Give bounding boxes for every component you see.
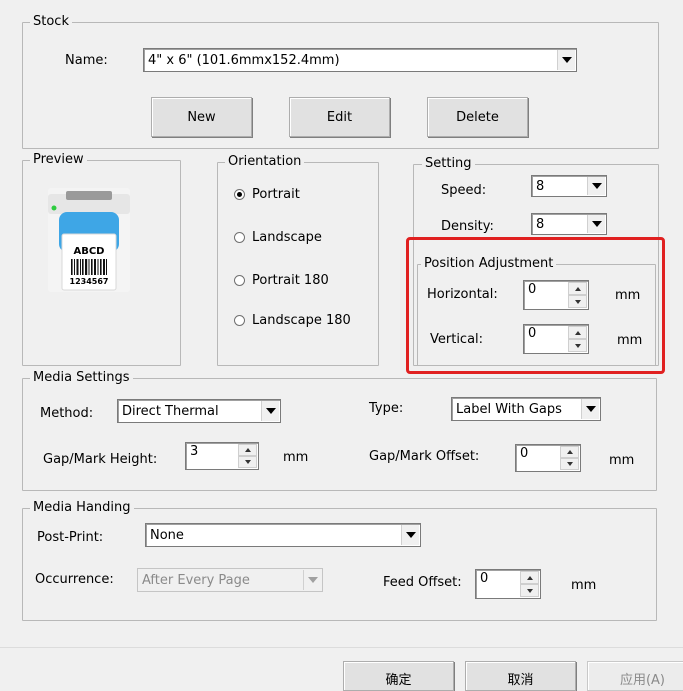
printer-preview-image: ABCD 1234567 xyxy=(48,188,130,292)
type-label: Type: xyxy=(369,401,404,416)
type-value: Label With Gaps xyxy=(456,401,562,417)
radio-portrait-label: Portrait xyxy=(252,187,300,202)
chevron-down-icon[interactable] xyxy=(581,399,599,419)
gap-height-stepper[interactable]: 3 xyxy=(185,442,259,470)
postprint-label: Post-Print: xyxy=(37,530,104,545)
delete-button[interactable]: Delete xyxy=(427,97,528,137)
media-settings-group xyxy=(22,378,657,491)
method-value: Direct Thermal xyxy=(122,403,219,419)
media-handing-legend: Media Handing xyxy=(30,500,134,516)
gap-height-label: Gap/Mark Height: xyxy=(43,452,158,467)
chevron-down-icon[interactable] xyxy=(587,177,605,195)
new-button[interactable]: New xyxy=(151,97,252,137)
feed-offset-unit: mm xyxy=(571,578,597,593)
type-select[interactable]: Label With Gaps xyxy=(451,397,601,421)
radio-icon[interactable] xyxy=(234,315,245,326)
radio-landscape-180-label: Landscape 180 xyxy=(252,313,351,328)
preview-label-text: ABCD xyxy=(73,246,105,257)
speed-select[interactable]: 8 xyxy=(531,175,607,197)
gap-height-unit: mm xyxy=(283,450,309,465)
radio-selected-icon[interactable] xyxy=(234,189,245,200)
speed-value: 8 xyxy=(536,178,545,194)
gap-height-value: 3 xyxy=(190,444,199,459)
edit-button[interactable]: Edit xyxy=(289,97,390,137)
preview-barcode-number: 1234567 xyxy=(69,277,109,286)
occurrence-select: After Every Page xyxy=(137,568,323,592)
orientation-legend: Orientation xyxy=(225,154,305,170)
method-select[interactable]: Direct Thermal xyxy=(117,399,281,423)
density-label: Density: xyxy=(441,219,494,234)
speed-label: Speed: xyxy=(441,183,487,198)
spin-up-icon[interactable] xyxy=(520,571,539,584)
position-highlight-box xyxy=(406,237,665,374)
radio-landscape-180[interactable]: Landscape 180 xyxy=(234,313,351,328)
spin-down-icon[interactable] xyxy=(238,456,257,468)
chevron-down-icon[interactable] xyxy=(587,215,605,233)
spin-up-icon[interactable] xyxy=(238,444,257,456)
feed-offset-label: Feed Offset: xyxy=(383,575,462,590)
media-settings-legend: Media Settings xyxy=(30,370,133,386)
spin-down-icon[interactable] xyxy=(560,458,579,470)
apply-button[interactable]: 应用(A) xyxy=(587,661,683,691)
gap-offset-label: Gap/Mark Offset: xyxy=(369,449,480,464)
ok-button[interactable]: 确定 xyxy=(343,661,454,691)
density-select[interactable]: 8 xyxy=(531,213,607,235)
stock-name-select[interactable]: 4" x 6" (101.6mmx152.4mm) xyxy=(143,48,577,72)
gap-offset-stepper[interactable]: 0 xyxy=(515,444,581,472)
gap-offset-unit: mm xyxy=(609,453,635,468)
stock-legend: Stock xyxy=(30,14,72,30)
preview-legend: Preview xyxy=(30,152,87,168)
radio-portrait-180-label: Portrait 180 xyxy=(252,273,329,288)
radio-landscape[interactable]: Landscape xyxy=(234,230,322,245)
radio-portrait[interactable]: Portrait xyxy=(234,187,300,202)
chevron-down-icon xyxy=(303,570,321,590)
chevron-down-icon[interactable] xyxy=(401,525,419,545)
stock-name-label: Name: xyxy=(65,53,108,68)
setting-legend: Setting xyxy=(422,156,475,172)
chevron-down-icon[interactable] xyxy=(557,50,575,70)
feed-offset-stepper[interactable]: 0 xyxy=(475,569,541,599)
radio-icon[interactable] xyxy=(234,232,245,243)
footer-divider xyxy=(0,647,683,648)
spin-up-icon[interactable] xyxy=(560,446,579,458)
cancel-button[interactable]: 取消 xyxy=(465,661,576,691)
postprint-select[interactable]: None xyxy=(145,523,421,547)
radio-portrait-180[interactable]: Portrait 180 xyxy=(234,273,329,288)
gap-offset-value: 0 xyxy=(520,446,529,461)
postprint-value: None xyxy=(150,527,184,543)
chevron-down-icon[interactable] xyxy=(261,401,279,421)
occurrence-value: After Every Page xyxy=(142,572,250,588)
radio-landscape-label: Landscape xyxy=(252,230,322,245)
occurrence-label: Occurrence: xyxy=(35,572,114,587)
method-label: Method: xyxy=(40,406,94,421)
stock-name-value: 4" x 6" (101.6mmx152.4mm) xyxy=(148,52,340,68)
feed-offset-value: 0 xyxy=(480,571,489,586)
density-value: 8 xyxy=(536,216,545,232)
radio-icon[interactable] xyxy=(234,275,245,286)
spin-down-icon[interactable] xyxy=(520,584,539,597)
